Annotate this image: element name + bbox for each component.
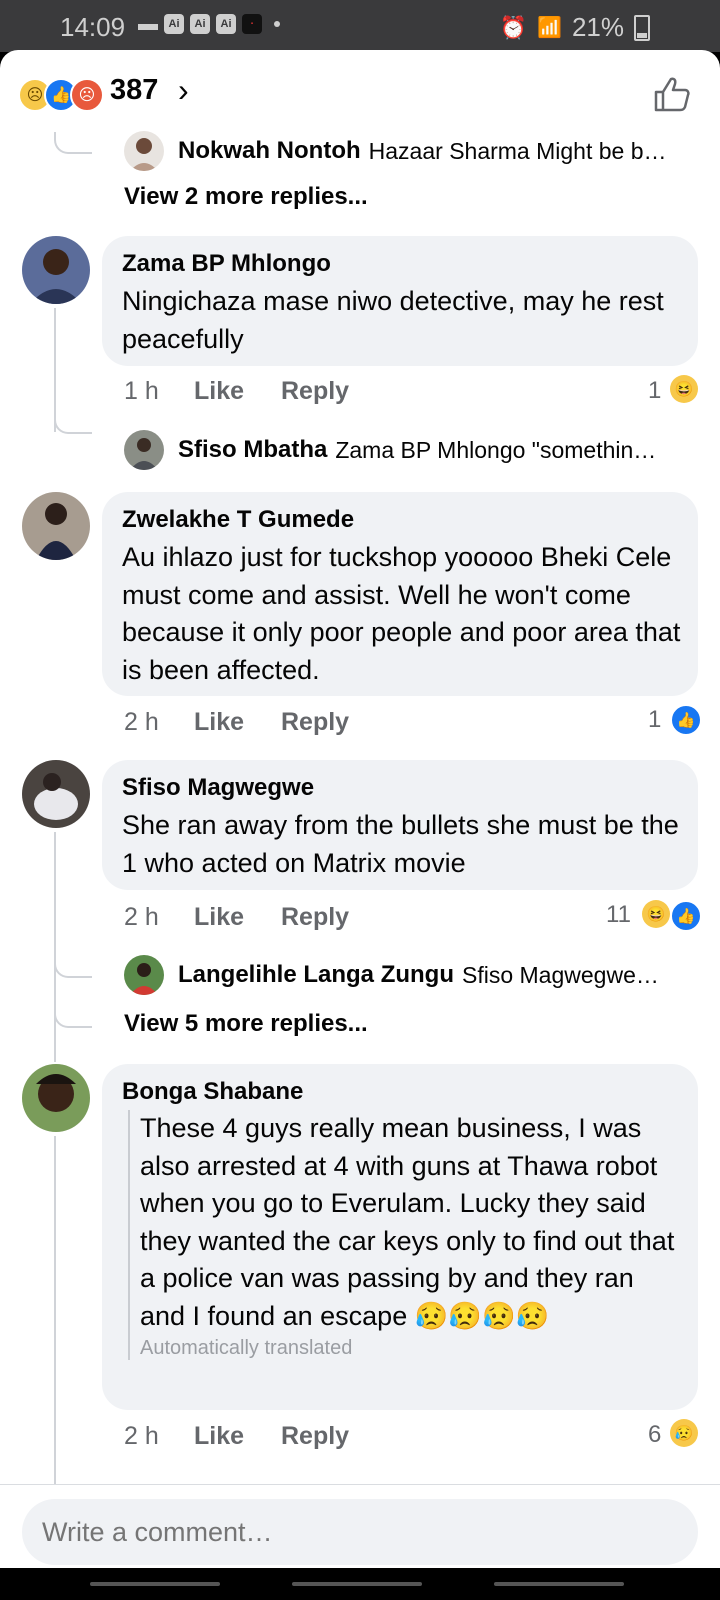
avatar[interactable] (22, 760, 90, 828)
thread-line (54, 832, 56, 1062)
wifi-icon: 📶 (537, 17, 562, 39)
thread-connector (54, 412, 92, 434)
avatar[interactable] (22, 236, 90, 304)
nav-home-button[interactable] (292, 1582, 422, 1586)
thread-connector (54, 1006, 92, 1028)
like-outline-icon[interactable] (652, 74, 692, 114)
thread-connector (54, 956, 92, 978)
reaction-count[interactable]: 1 (648, 377, 661, 405)
reply-button[interactable]: Reply (281, 708, 349, 737)
ai-notification-icon: Ai (190, 14, 210, 34)
comment-text: Ningichaza mase niwo detective, may he r… (122, 286, 664, 354)
reply-author[interactable]: Sfiso Mbatha (178, 436, 327, 464)
comment-text: She ran away from the bullets she must b… (122, 810, 679, 878)
chevron-right-icon[interactable]: › (178, 72, 189, 109)
comment-time: 2 h (124, 903, 159, 931)
comment-time: 1 h (124, 377, 159, 405)
reply-preview[interactable]: Langelihle Langa Zungu Sfiso Magwegwe… (124, 955, 659, 995)
like-button[interactable]: Like (194, 1422, 244, 1451)
translated-comment: These 4 guys really mean business, I was… (128, 1110, 680, 1360)
comment-author[interactable]: Zwelakhe T Gumede (122, 506, 354, 534)
app-notification-icon: ▪ (242, 14, 262, 34)
reply-preview[interactable]: Sfiso Mbatha Zama BP Mhlongo "somethin… (124, 430, 656, 470)
haha-reaction-icon: 😆 (670, 375, 698, 403)
avatar[interactable] (124, 430, 164, 470)
like-button[interactable]: Like (194, 903, 244, 932)
view-more-replies-link[interactable]: View 2 more replies... (124, 183, 368, 211)
message-icon: ▬ (138, 12, 158, 35)
avatar[interactable] (22, 1064, 90, 1132)
reply-author[interactable]: Langelihle Langa Zungu (178, 961, 454, 989)
comment-author[interactable]: Bonga Shabane (122, 1078, 303, 1106)
battery-percent: 21% (571, 12, 624, 42)
comment-author[interactable]: Sfiso Magwegwe (122, 774, 314, 802)
like-reaction-icon: 👍 (670, 704, 702, 736)
reply-preview[interactable]: Nokwah Nontoh Hazaar Sharma Might be b… (124, 131, 667, 171)
reaction-emojis[interactable]: ☹ 👍 ☹ (18, 78, 104, 112)
reaction-count[interactable]: 1 (648, 706, 661, 734)
comment-bubble[interactable]: Zwelakhe T Gumede Au ihlazo just for tuc… (102, 492, 698, 696)
avatar[interactable] (124, 131, 164, 171)
reaction-count[interactable]: 11 (606, 901, 631, 929)
reaction-count[interactable]: 387 (110, 74, 158, 107)
comment-author[interactable]: Zama BP Mhlongo (122, 250, 331, 278)
nav-recents-button[interactable] (90, 1582, 220, 1586)
comment-bubble[interactable]: Zama BP Mhlongo Ningichaza mase niwo det… (102, 236, 698, 366)
avatar[interactable] (22, 492, 90, 560)
system-nav-bar (0, 1568, 720, 1600)
ai-notification-icon: Ai (216, 14, 236, 34)
status-right: ⏰ 📶 21% (500, 12, 650, 43)
thread-connector (54, 132, 92, 154)
reply-author[interactable]: Nokwah Nontoh (178, 137, 361, 165)
reply-button[interactable]: Reply (281, 903, 349, 932)
reaction-summary[interactable]: ☹ 👍 ☹ 387 › (0, 50, 720, 132)
sad-reaction-icon: 😥 (670, 1419, 698, 1447)
angry-reaction-icon: ☹ (70, 78, 104, 112)
comment-bubble[interactable]: Bonga Shabane These 4 guys really mean b… (102, 1064, 698, 1410)
status-bar: 14:09 ▬ Ai Ai Ai ▪ ⏰ 📶 21% (0, 0, 720, 52)
reply-button[interactable]: Reply (281, 377, 349, 406)
more-notifications-dot (274, 21, 280, 27)
reply-text: Sfiso Magwegwe… (462, 961, 659, 988)
like-button[interactable]: Like (194, 708, 244, 737)
comment-time: 2 h (124, 1422, 159, 1450)
nav-back-button[interactable] (494, 1582, 624, 1586)
haha-reaction-icon: 😆 (642, 900, 670, 928)
comment-text: Au ihlazo just for tuckshop yooooo Bheki… (122, 542, 681, 685)
avatar[interactable] (124, 955, 164, 995)
like-button[interactable]: Like (194, 377, 244, 406)
status-time: 14:09 (60, 12, 126, 42)
comment-input[interactable] (22, 1499, 698, 1565)
comment-composer (0, 1484, 720, 1568)
reaction-count[interactable]: 6 (648, 1421, 661, 1449)
comment-text: These 4 guys really mean business, I was… (140, 1113, 675, 1331)
comments-sheet: ☹ 👍 ☹ 387 › Nokwah Nontoh Hazaar Sharma … (0, 50, 720, 1568)
reply-text: Hazaar Sharma Might be b… (368, 137, 667, 164)
comment-bubble[interactable]: Sfiso Magwegwe She ran away from the bul… (102, 760, 698, 890)
thread-line (54, 1136, 56, 1484)
translation-note[interactable]: Automatically translated (140, 1337, 680, 1360)
comment-time: 2 h (124, 708, 159, 736)
battery-icon (634, 14, 650, 41)
view-more-replies-link[interactable]: View 5 more replies... (124, 1010, 368, 1038)
reply-button[interactable]: Reply (281, 1422, 349, 1451)
reply-text: Zama BP Mhlongo "somethin… (335, 436, 657, 463)
alarm-icon: ⏰ (499, 14, 528, 40)
notification-icons: ▬ Ai Ai Ai ▪ (138, 12, 280, 35)
like-reaction-icon: 👍 (670, 900, 702, 932)
ai-notification-icon: Ai (164, 14, 184, 34)
